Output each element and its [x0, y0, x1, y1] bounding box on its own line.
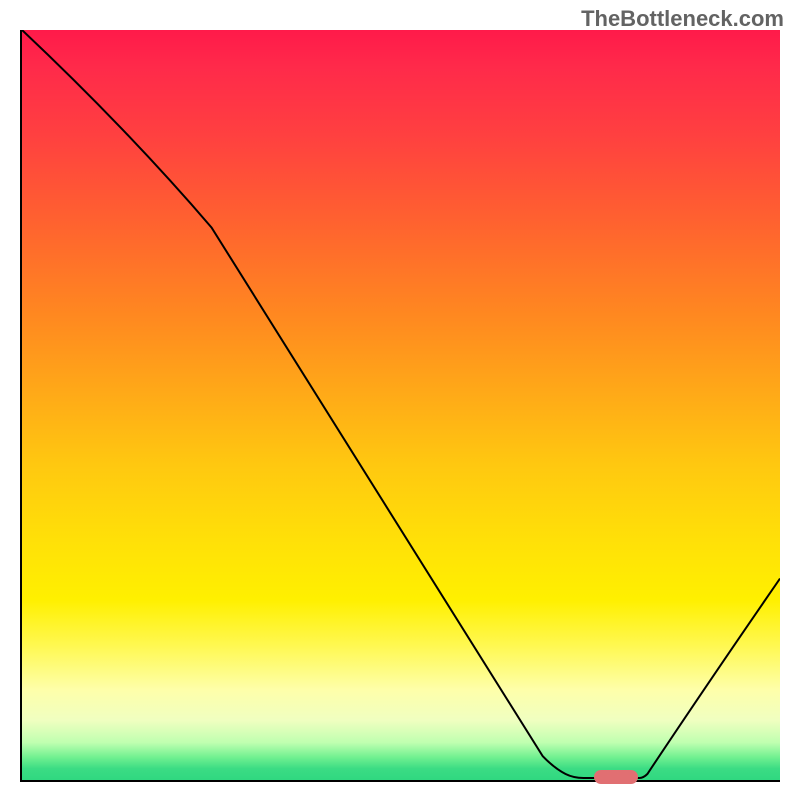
watermark-text: TheBottleneck.com — [581, 6, 784, 32]
chart-curve — [22, 30, 780, 780]
chart-plot-area — [20, 30, 780, 782]
chart-marker — [594, 770, 638, 784]
